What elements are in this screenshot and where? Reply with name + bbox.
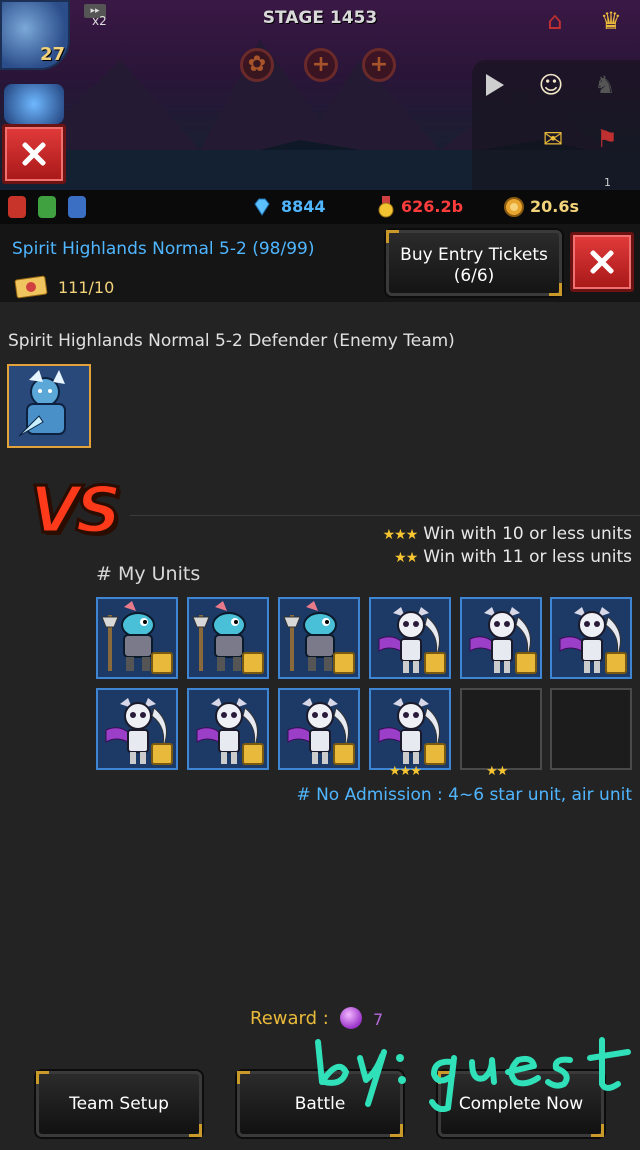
guild-banner-icon[interactable]: ⚑ [590, 124, 624, 154]
side-hero-portrait[interactable] [4, 84, 64, 124]
beast-icon[interactable]: ♞ [588, 70, 622, 100]
equipment-rune-icon [424, 743, 446, 765]
team-setup-button[interactable]: Team Setup [36, 1071, 202, 1137]
unit-slot[interactable] [369, 597, 451, 679]
equipment-rune-icon [151, 743, 173, 765]
coin-timer-icon [504, 197, 524, 217]
three-star-icon: ★★★ [382, 527, 419, 543]
dungeon-title: Spirit Highlands Normal 5-2 (98/99) [12, 239, 315, 259]
versus-emblem: VS [29, 473, 124, 550]
play-icon[interactable] [484, 72, 506, 98]
divider [130, 515, 640, 516]
empty-unit-slot[interactable] [550, 688, 632, 770]
unit-slot[interactable] [278, 688, 360, 770]
ice-golem-icon [9, 366, 89, 446]
buy-button-label: Buy Entry Tickets [400, 245, 548, 265]
enemy-defender-portrait[interactable] [7, 364, 91, 448]
unit-slot[interactable] [96, 688, 178, 770]
equipment-rune-icon [424, 652, 446, 674]
equipment-rune-icon [242, 743, 264, 765]
trophy-icon[interactable]: ♛ [594, 6, 628, 36]
unit-slot[interactable] [550, 597, 632, 679]
gold-amount: 626.2b [401, 197, 464, 216]
condition-three-stars: ★★★ Win with 10 or less units [383, 524, 632, 544]
equipment-rune-icon [333, 743, 355, 765]
ticket-count: 111/10 [58, 278, 115, 297]
condition-text-2: Win with 11 or less units [423, 547, 632, 567]
unit-slot[interactable] [369, 688, 451, 770]
two-star-icon: ★★ [394, 550, 418, 566]
gem-count: 8844 [281, 197, 326, 216]
condition-two-stars: ★★ Win with 11 or less units [394, 547, 632, 567]
my-units-label: # My Units [96, 563, 201, 585]
chat-icon[interactable]: ✉ [536, 124, 570, 154]
unit-slot[interactable] [187, 688, 269, 770]
diamond-icon [254, 198, 270, 216]
party-member-icon-3 [68, 196, 86, 218]
two-star-slot-marker: ★★ [486, 764, 508, 779]
equipment-rune-icon [333, 652, 355, 674]
resource-bar: 8844 626.2b 20.6s [0, 190, 640, 224]
no-admission-notice: # No Admission : 4~6 star unit, air unit [296, 785, 632, 805]
party-member-icon-1 [8, 196, 26, 218]
unit-slot[interactable] [96, 597, 178, 679]
party-member-icon-2 [38, 196, 56, 218]
equipment-rune-icon [151, 652, 173, 674]
equipment-rune-icon [515, 652, 537, 674]
entry-ticket-icon [14, 275, 48, 299]
buy-button-count: (6/6) [453, 266, 495, 286]
enemy-team-label: Spirit Highlands Normal 5-2 Defender (En… [8, 331, 455, 351]
corner-counter: 1 [604, 176, 611, 189]
condition-text-1: Win with 10 or less units [423, 524, 632, 544]
angel-icon[interactable]: ☺ [534, 70, 568, 100]
buy-entry-tickets-button[interactable]: Buy Entry Tickets (6/6) [386, 230, 562, 296]
close-button[interactable] [570, 232, 634, 292]
battle-button[interactable]: Battle [237, 1071, 403, 1137]
timer-value: 20.6s [530, 197, 579, 216]
three-star-slot-marker: ★★★ [389, 764, 422, 779]
reward-count: 7 [373, 1010, 384, 1029]
gear-slot-icon[interactable]: ✿ [240, 48, 274, 82]
complete-now-button[interactable]: Complete Now [438, 1071, 604, 1137]
purple-orb-icon [340, 1007, 362, 1029]
equipment-rune-icon [605, 652, 627, 674]
battle-scene: 27 ▸▸ x2 STAGE 1453 ✿ + + ⌂ ♛ ☺ ♞ ✉ ⚑ 1 [0, 0, 640, 190]
unit-slot[interactable] [187, 597, 269, 679]
stage-slot-add-1[interactable]: + [304, 48, 338, 82]
stage-slot-add-2[interactable]: + [362, 48, 396, 82]
gold-medal-icon [378, 196, 394, 218]
empty-unit-slot[interactable] [460, 688, 542, 770]
reward-label: Reward : [250, 1008, 329, 1029]
shop-house-icon[interactable]: ⌂ [538, 6, 572, 36]
hero-level: 27 [40, 44, 66, 65]
scene-close-button[interactable] [2, 124, 66, 184]
unit-slot[interactable] [278, 597, 360, 679]
equipment-rune-icon [242, 652, 264, 674]
unit-slot[interactable] [460, 597, 542, 679]
